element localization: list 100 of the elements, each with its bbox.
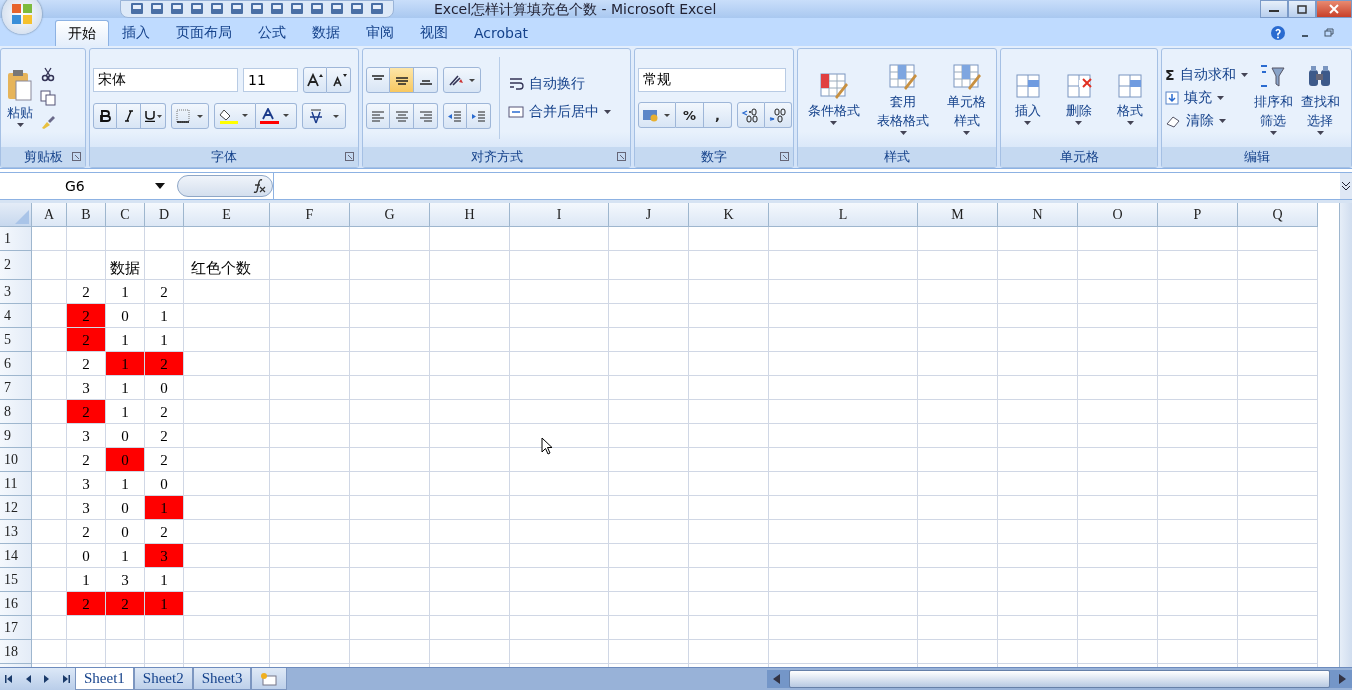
column-header[interactable]: I	[510, 203, 609, 227]
row-header[interactable]: 10	[0, 448, 32, 472]
scroll-left-icon[interactable]	[773, 674, 782, 684]
editing-button[interactable]: 填充	[1165, 89, 1224, 107]
merge-center-button[interactable]: 合并后居中	[508, 103, 611, 121]
ribbon-tab[interactable]: 数据	[299, 20, 353, 46]
align-left-button[interactable]	[366, 103, 390, 129]
column-header[interactable]: H	[430, 203, 510, 227]
column-header[interactable]: O	[1078, 203, 1158, 227]
cells-button[interactable]: 格式	[1113, 71, 1148, 125]
style-button[interactable]: 条件格式	[805, 71, 862, 125]
sheet-nav-icon[interactable]	[60, 674, 71, 684]
column-header[interactable]: A	[32, 203, 67, 227]
dialog-launcher-icon[interactable]	[617, 152, 626, 161]
font-size-field[interactable]: 11	[243, 68, 298, 92]
toolbar-icon[interactable]	[209, 2, 225, 16]
currency-button[interactable]	[638, 102, 676, 128]
row-header[interactable]: 7	[0, 376, 32, 400]
comma-button[interactable]: ,	[704, 102, 732, 128]
ribbon-tab[interactable]: 插入	[109, 20, 163, 46]
minimize-button[interactable]	[1260, 0, 1288, 18]
row-header[interactable]: 2	[0, 251, 32, 280]
underline-button[interactable]	[141, 103, 166, 129]
column-header[interactable]: E	[184, 203, 270, 227]
toolbar-icon[interactable]	[369, 2, 385, 16]
toolbar-icon[interactable]	[309, 2, 325, 16]
align-right-button[interactable]	[414, 103, 438, 129]
dropdown-arrow-icon[interactable]	[155, 183, 165, 189]
font-color-button[interactable]	[256, 103, 297, 129]
phonetic-button[interactable]	[302, 103, 346, 129]
column-header[interactable]: L	[769, 203, 918, 227]
ribbon-tab[interactable]: 页面布局	[163, 20, 245, 46]
row-header[interactable]: 5	[0, 328, 32, 352]
toolbar-icon[interactable]	[129, 2, 145, 16]
decrease-decimal-button[interactable]	[765, 102, 792, 128]
align-bottom-button[interactable]	[414, 67, 438, 93]
align-top-button[interactable]	[366, 67, 390, 93]
dialog-launcher-icon[interactable]	[72, 152, 81, 161]
ribbon-tab[interactable]: 开始	[55, 20, 109, 46]
align-middle-button[interactable]	[390, 67, 414, 93]
toolbar-icon[interactable]	[149, 2, 165, 16]
sheet-tab[interactable]: Sheet3	[192, 668, 252, 690]
paste-button[interactable]: 粘贴	[4, 69, 36, 127]
sheet-nav-icon[interactable]	[4, 674, 15, 684]
grow-font-button[interactable]	[303, 67, 327, 93]
decrease-indent-button[interactable]	[443, 103, 467, 129]
cells-button[interactable]: 插入	[1010, 71, 1045, 125]
dialog-launcher-icon[interactable]	[780, 152, 789, 161]
row-header[interactable]: 3	[0, 280, 32, 304]
editing-button[interactable]: 清除	[1165, 112, 1226, 130]
column-header[interactable]: D	[145, 203, 184, 227]
restore-button[interactable]	[1288, 0, 1316, 18]
row-header[interactable]: 9	[0, 424, 32, 448]
ribbon-tab[interactable]: 视图	[407, 20, 461, 46]
row-header[interactable]: 16	[0, 592, 32, 616]
new-sheet-button[interactable]	[251, 668, 288, 690]
close-button[interactable]	[1316, 0, 1352, 18]
italic-button[interactable]	[117, 103, 141, 129]
restore-icon[interactable]	[1324, 28, 1334, 38]
editing-large-button[interactable]: 查找和 选择	[1298, 61, 1342, 135]
toolbar-icon[interactable]	[289, 2, 305, 16]
dialog-launcher-icon[interactable]	[345, 152, 354, 161]
row-header[interactable]: 15	[0, 568, 32, 592]
row-header[interactable]: 6	[0, 352, 32, 376]
column-header[interactable]: B	[67, 203, 106, 227]
font-name-field[interactable]: 宋体	[93, 68, 238, 92]
toolbar-icon[interactable]	[169, 2, 185, 16]
orientation-button[interactable]	[443, 67, 481, 93]
percent-button[interactable]: %	[676, 102, 704, 128]
row-header[interactable]: 4	[0, 304, 32, 328]
wrap-text-button[interactable]: 自动换行	[508, 75, 585, 93]
toolbar-icon[interactable]	[249, 2, 265, 16]
expand-button[interactable]	[1340, 173, 1352, 199]
row-header[interactable]: 11	[0, 472, 32, 496]
column-header[interactable]: K	[689, 203, 769, 227]
toolbar-icon[interactable]	[349, 2, 365, 16]
border-button[interactable]	[171, 103, 209, 129]
sheet-tab[interactable]: Sheet2	[133, 668, 193, 690]
ribbon-tab[interactable]: 公式	[245, 20, 299, 46]
row-header[interactable]: 14	[0, 544, 32, 568]
column-header[interactable]: Q	[1238, 203, 1318, 227]
column-header[interactable]: F	[270, 203, 350, 227]
toolbar-icon[interactable]	[329, 2, 345, 16]
column-header[interactable]: G	[350, 203, 430, 227]
name-box[interactable]: G6	[0, 173, 150, 199]
column-header[interactable]: M	[918, 203, 998, 227]
fill-color-button[interactable]	[214, 103, 256, 129]
increase-indent-button[interactable]	[467, 103, 491, 129]
ribbon-tab[interactable]: Acrobat	[461, 20, 541, 46]
toolbar-icon[interactable]	[269, 2, 285, 16]
row-header[interactable]: 13	[0, 520, 32, 544]
style-button[interactable]: 套用 表格格式	[875, 61, 932, 135]
help-icon[interactable]	[1270, 25, 1286, 41]
scissors-icon[interactable]	[40, 66, 56, 82]
row-header[interactable]: 18	[0, 640, 32, 664]
increase-decimal-button[interactable]	[737, 102, 765, 128]
office-button[interactable]	[2, 0, 42, 34]
shrink-font-button[interactable]	[327, 67, 351, 93]
vertical-scrollbar[interactable]	[1339, 203, 1352, 667]
sheet-tab[interactable]: Sheet1	[75, 668, 134, 690]
